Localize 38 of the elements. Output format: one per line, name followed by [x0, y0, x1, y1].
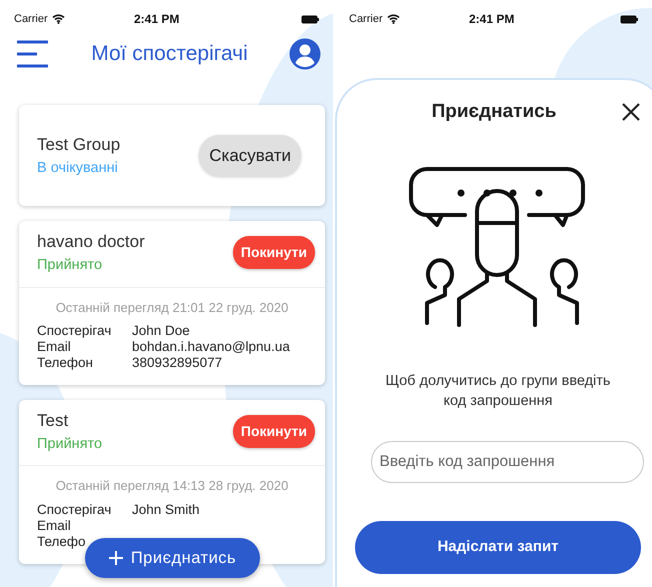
menu-icon[interactable] — [16, 40, 50, 68]
detail-label: Email — [37, 339, 71, 355]
dialog-title: Приєднатись — [430, 100, 558, 124]
battery-icon — [301, 14, 319, 24]
cancel-button[interactable]: Скасувати — [199, 134, 301, 176]
detail-label: Спостерігач — [37, 502, 112, 518]
last-seen-text: Останній перегляд 14:13 28 груд. 2020 — [54, 477, 290, 496]
close-icon[interactable] — [621, 102, 641, 122]
send-request-button[interactable]: Надіслати запит — [355, 520, 641, 574]
account-icon[interactable] — [289, 38, 321, 70]
wifi-icon — [52, 14, 65, 24]
instruction-text: Щоб долучитись до групи введіть код запрошення — [384, 372, 612, 410]
invite-code-field[interactable]: Введіть код запрошення — [370, 440, 644, 482]
carrier-label: Carrier — [349, 12, 383, 27]
carrier-label: Carrier — [14, 12, 48, 27]
detail-value: 380932895077 — [132, 355, 224, 371]
join-button[interactable]: Приєднатись — [85, 538, 260, 578]
group-status: Прийнято — [37, 434, 104, 454]
detail-value: bohdan.i.havano@lpnu.ua — [132, 339, 291, 355]
group-name: havano doctor — [37, 231, 146, 254]
leave-button[interactable]: Покинути — [232, 236, 315, 270]
group-name: Test — [37, 410, 70, 432]
last-seen-text: Останній перегляд 21:01 22 груд. 2020 — [54, 298, 290, 317]
group-status: Прийнято — [37, 256, 104, 275]
screen-title: Мої спостерігачі — [90, 41, 249, 68]
plus-icon — [108, 551, 123, 565]
clock-time: 2:41 PM — [469, 11, 514, 28]
leave-button[interactable]: Покинути — [232, 415, 315, 448]
detail-label: Телефо — [37, 534, 86, 550]
detail-label: Спостерігач — [37, 323, 112, 339]
group-name: Test Group — [37, 134, 122, 156]
detail-value: John Smith — [132, 502, 201, 518]
detail-value: John Doe — [132, 323, 191, 339]
detail-label: Email — [37, 518, 71, 534]
group-status: В очікуванні — [37, 158, 119, 178]
detail-label: Телефон — [37, 355, 94, 371]
wifi-icon — [386, 14, 400, 24]
clock-time: 2:41 PM — [134, 11, 180, 28]
